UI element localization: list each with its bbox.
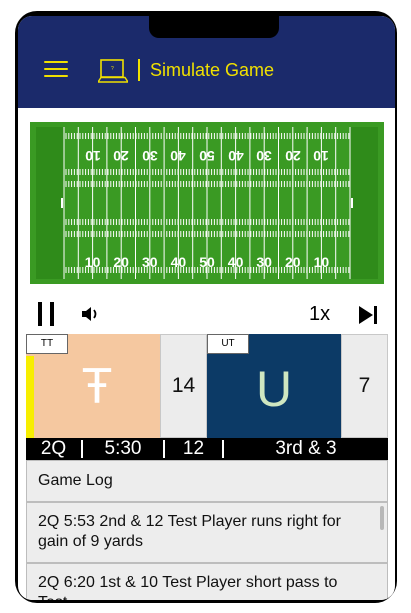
scoreboard: TT Ŧ 14 UT U 7: [26, 334, 388, 438]
away-team-logo: U: [255, 361, 293, 417]
away-team-panel: UT U: [207, 334, 341, 438]
possession-indicator: [26, 356, 34, 438]
yard-number: 40: [227, 254, 244, 270]
down-and-distance: 3rd & 3: [275, 438, 337, 459]
title-divider: [138, 59, 140, 81]
yard-number: 40: [170, 148, 187, 164]
quarter: 2Q: [40, 438, 67, 459]
yard-number: 10: [84, 148, 101, 164]
football-field: 10 20 30 40 50 40 30 20 10 10 20 30 40 50 40 30 20 10: [26, 118, 388, 288]
away-team-score: 7: [341, 334, 388, 438]
yard-number: 30: [256, 254, 272, 270]
game-log-scrollbar[interactable]: [380, 506, 384, 530]
yard-number: 50: [199, 148, 215, 164]
yard-number: 20: [113, 148, 129, 164]
home-team-score: 14: [160, 334, 207, 438]
game-clock: 5:30: [104, 438, 142, 459]
game-log-title: Game Log: [26, 460, 388, 502]
home-team-panel: TT Ŧ: [26, 334, 160, 438]
yard-number: 10: [313, 148, 330, 164]
yard-number: 40: [227, 148, 244, 164]
page-title: Simulate Game: [150, 60, 275, 80]
right-endzone: [350, 127, 378, 279]
yard-number: 30: [142, 148, 158, 164]
app-screen: ? Simulate Game 10 20 30 40 50 40 30 20 10 10 20 3…: [18, 16, 395, 600]
yard-number: 30: [142, 254, 158, 270]
yard-number: 40: [170, 254, 187, 270]
laptop-icon: ?: [98, 59, 128, 83]
yard-number: 30: [256, 148, 272, 164]
yard-number: 10: [313, 254, 330, 270]
game-log: Game Log 2Q 5:53 2nd & 12 Test Player ru…: [26, 460, 388, 600]
phone-notch: [149, 11, 279, 38]
playback-controls: 1x: [18, 298, 395, 328]
left-endzone: [36, 127, 64, 279]
skip-to-end-icon[interactable]: [357, 304, 379, 326]
speaker-icon[interactable]: [80, 305, 102, 323]
home-team-logo: Ŧ: [81, 358, 113, 414]
yard-number: 50: [199, 254, 215, 270]
yard-number: 20: [113, 254, 129, 270]
hamburger-menu-icon[interactable]: [44, 61, 68, 79]
svg-text:?: ?: [111, 66, 114, 72]
away-team-abbr: UT: [207, 334, 249, 354]
game-status-bar: 2Q 5:30 12 3rd & 3: [26, 438, 388, 460]
pause-icon[interactable]: [36, 302, 56, 326]
yard-number: 20: [285, 148, 301, 164]
yard-number: 10: [84, 254, 101, 270]
ball-on-yard-line: 12: [182, 438, 205, 459]
home-team-abbr: TT: [26, 334, 68, 354]
speed-button[interactable]: 1x: [309, 302, 330, 326]
yard-number: 20: [285, 254, 301, 270]
game-log-entry[interactable]: 2Q 5:53 2nd & 12 Test Player runs right …: [26, 502, 388, 563]
game-log-entry[interactable]: 2Q 6:20 1st & 10 Test Player short pass …: [26, 563, 388, 600]
